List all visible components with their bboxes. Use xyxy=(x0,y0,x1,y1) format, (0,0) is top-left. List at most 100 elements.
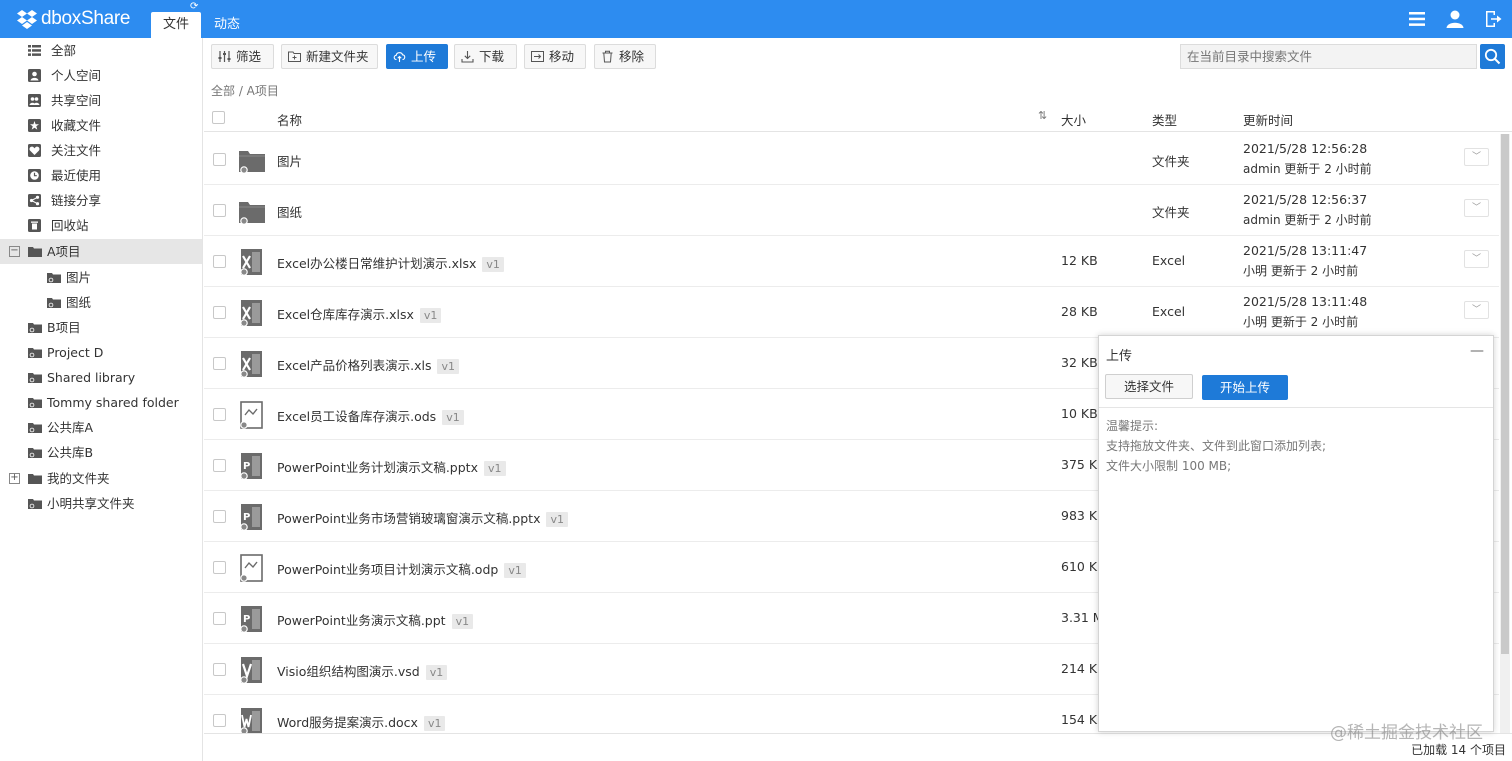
row-actions-dropdown[interactable]: ﹀ xyxy=(1464,301,1489,319)
column-name[interactable]: 名称 xyxy=(277,110,302,129)
file-name[interactable]: Excel员工设备库存演示.ods v1 xyxy=(277,406,464,425)
sidebar-item-label: 共享空间 xyxy=(51,93,102,108)
file-name[interactable]: Excel产品价格列表演示.xls v1 xyxy=(277,355,459,374)
collapse-toggle[interactable]: − xyxy=(9,246,20,257)
sidebar-item-followed[interactable]: 关注文件 xyxy=(0,138,202,163)
row-checkbox[interactable] xyxy=(213,459,226,472)
image-file-icon xyxy=(240,554,263,582)
updated-by: admin 更新于 2 小时前 xyxy=(1243,162,1372,176)
start-upload-button[interactable]: 开始上传 xyxy=(1202,375,1288,400)
sidebar-item-personal-space[interactable]: 个人空间 xyxy=(0,63,202,88)
file-name[interactable]: Visio组织结构图演示.vsd v1 xyxy=(277,661,448,680)
expand-toggle[interactable]: + xyxy=(9,473,20,484)
vertical-scrollbar[interactable] xyxy=(1500,134,1510,734)
file-name[interactable]: PowerPoint业务市场营销玻璃窗演示文稿.pptx v1 xyxy=(277,508,568,527)
sidebar-item-link-share[interactable]: 链接分享 xyxy=(0,188,202,213)
file-name[interactable]: PowerPoint业务演示文稿.ppt v1 xyxy=(277,610,474,629)
column-updated[interactable]: 更新时间 xyxy=(1243,110,1293,129)
table-row[interactable]: 图纸 文件夹 2021/5/28 12:56:37 admin 更新于 2 小时前 ﹀ xyxy=(204,185,1499,236)
file-name[interactable]: Word服务提案演示.docx v1 xyxy=(277,712,446,731)
refresh-icon[interactable]: ⟳ xyxy=(190,1,198,12)
row-checkbox[interactable] xyxy=(213,408,226,421)
sidebar-item-drawings[interactable]: 图纸 xyxy=(0,290,202,315)
logout-icon[interactable] xyxy=(1483,9,1503,29)
sidebar-item-recycle-bin[interactable]: 回收站 xyxy=(0,213,202,238)
new-folder-label: 新建文件夹 xyxy=(306,49,369,64)
sidebar-item-recent[interactable]: 最近使用 xyxy=(0,163,202,188)
sidebar-item-public-library-a[interactable]: 公共库A xyxy=(0,415,202,440)
clock-icon xyxy=(28,169,41,182)
file-name[interactable]: PowerPoint业务项目计划演示文稿.odp v1 xyxy=(277,559,526,578)
sidebar-item-my-folder[interactable]: + 我的文件夹 xyxy=(0,466,202,491)
table-row[interactable]: 图片 文件夹 2021/5/28 12:56:28 admin 更新于 2 小时前 ﹀ xyxy=(204,134,1499,185)
remove-button[interactable]: 移除 xyxy=(594,44,656,69)
file-name[interactable]: PowerPoint业务计划演示文稿.pptx v1 xyxy=(277,457,506,476)
move-button[interactable]: 移动 xyxy=(524,44,586,69)
folder-icon xyxy=(47,298,61,308)
row-checkbox[interactable] xyxy=(213,357,226,370)
select-all-checkbox[interactable] xyxy=(212,111,225,124)
sort-icon[interactable]: ⇅ xyxy=(1038,109,1047,122)
search-input[interactable] xyxy=(1180,44,1477,69)
file-name[interactable]: Excel仓库库存演示.xlsx v1 xyxy=(277,304,442,323)
sidebar-item-all[interactable]: 全部 xyxy=(0,38,202,63)
tip-drag-drop: 支持拖放文件夹、文件到此窗口添加列表; xyxy=(1106,439,1327,453)
row-checkbox[interactable] xyxy=(213,561,226,574)
row-actions-dropdown[interactable]: ﹀ xyxy=(1464,148,1489,166)
column-size[interactable]: 大小 xyxy=(1061,110,1086,129)
folder-icon xyxy=(28,448,42,458)
row-checkbox[interactable] xyxy=(213,612,226,625)
tab-files[interactable]: 文件 xyxy=(151,12,201,38)
new-folder-button[interactable]: 新建文件夹 xyxy=(281,44,378,69)
upload-label: 上传 xyxy=(411,49,437,64)
file-type: Excel xyxy=(1152,304,1186,319)
breadcrumb[interactable]: 全部 / A项目 xyxy=(211,82,279,99)
excel-file-icon xyxy=(240,249,262,276)
search-button[interactable] xyxy=(1480,44,1505,69)
file-name[interactable]: 图纸 xyxy=(277,202,302,221)
tab-activity[interactable]: 动态 xyxy=(203,12,251,38)
row-checkbox[interactable] xyxy=(213,663,226,676)
sidebar-item-label: Project D xyxy=(47,345,104,360)
row-actions-dropdown[interactable]: ﹀ xyxy=(1464,250,1489,268)
file-name[interactable]: Excel办公楼日常维护计划演示.xlsx v1 xyxy=(277,253,504,272)
minimize-button[interactable]: — xyxy=(1470,343,1484,359)
user-icon[interactable] xyxy=(1445,9,1465,29)
row-checkbox[interactable] xyxy=(213,153,226,166)
scrollbar-thumb[interactable] xyxy=(1501,134,1509,654)
row-actions-dropdown[interactable]: ﹀ xyxy=(1464,199,1489,217)
sidebar-item-project-d[interactable]: Project D xyxy=(0,340,202,365)
column-type[interactable]: 类型 xyxy=(1152,110,1177,129)
search-icon xyxy=(1484,48,1501,65)
sidebar-item-xiaoming-shared-folder[interactable]: 小明共享文件夹 xyxy=(0,491,202,516)
row-checkbox[interactable] xyxy=(213,204,226,217)
sidebar-item-shared-library[interactable]: Shared library xyxy=(0,365,202,390)
sidebar-item-label: Shared library xyxy=(47,370,136,385)
sidebar-item-public-library-b[interactable]: 公共库B xyxy=(0,440,202,465)
filter-button[interactable]: 筛选 xyxy=(211,44,274,69)
list-icon xyxy=(28,45,41,56)
sidebar-item-images[interactable]: 图片 xyxy=(0,265,202,290)
row-checkbox[interactable] xyxy=(213,714,226,727)
excel-file-icon xyxy=(240,351,262,378)
sidebar-item-favorites[interactable]: 收藏文件 xyxy=(0,113,202,138)
sidebar-item-tommy-shared-folder[interactable]: Tommy shared folder xyxy=(0,390,202,415)
sidebar-item-shared-space[interactable]: 共享空间 xyxy=(0,88,202,113)
folder-icon xyxy=(28,499,42,509)
sidebar-item-a-project[interactable]: − A项目 xyxy=(0,239,202,264)
file-name[interactable]: 图片 xyxy=(277,151,302,170)
row-checkbox[interactable] xyxy=(213,255,226,268)
table-row[interactable]: Excel仓库库存演示.xlsx v1 28 KB Excel 2021/5/28 13… xyxy=(204,287,1499,338)
app-logo[interactable]: dboxShare xyxy=(16,7,131,31)
download-button[interactable]: 下载 xyxy=(454,44,517,69)
row-checkbox[interactable] xyxy=(213,510,226,523)
upload-button[interactable]: 上传 xyxy=(386,44,448,69)
row-checkbox[interactable] xyxy=(213,306,226,319)
sidebar-item-b-project[interactable]: B项目 xyxy=(0,315,202,340)
sidebar-item-label: 链接分享 xyxy=(51,193,102,208)
new-folder-icon xyxy=(288,51,301,62)
menu-icon[interactable] xyxy=(1407,9,1427,29)
version-badge: v1 xyxy=(437,359,459,374)
table-row[interactable]: Excel办公楼日常维护计划演示.xlsx v1 12 KB Excel 2021/5/… xyxy=(204,236,1499,287)
select-files-button[interactable]: 选择文件 xyxy=(1105,374,1193,399)
